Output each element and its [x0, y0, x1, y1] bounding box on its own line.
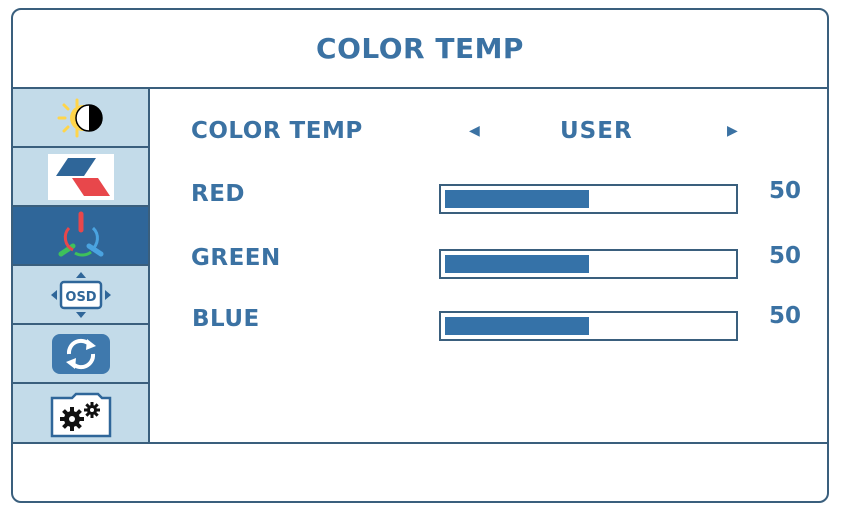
page-title: COLOR TEMP: [316, 32, 524, 65]
red-label: RED: [191, 181, 246, 207]
red-value: 50: [769, 178, 802, 204]
green-slider[interactable]: [439, 249, 738, 279]
color-temp-label: COLOR TEMP: [191, 118, 363, 144]
sidebar-item-picture[interactable]: [13, 148, 148, 207]
reset-icon: [51, 333, 110, 374]
red-slider-fill: [445, 190, 589, 208]
osd-icon-text: OSD: [65, 290, 96, 305]
green-slider-fill: [445, 255, 589, 273]
blue-value: 50: [769, 303, 802, 329]
settings-panel: COLOR TEMP ◀ USER ▶ RED 50 GREEN 50 BLUE…: [150, 89, 827, 442]
sidebar-item-brightness[interactable]: [13, 89, 148, 148]
sidebar-item-settings[interactable]: [13, 384, 148, 443]
color-icon: [58, 211, 103, 257]
blue-slider[interactable]: [439, 311, 738, 341]
brightness-contrast-icon: [57, 98, 103, 137]
green-value: 50: [769, 243, 802, 269]
sidebar: OSD: [13, 89, 150, 442]
sidebar-item-osd[interactable]: OSD: [13, 266, 148, 325]
osd-icon: OSD: [50, 271, 111, 318]
blue-slider-fill: [445, 317, 589, 335]
osd-menu: COLOR TEMP OSD COLOR TEMP ◀ USER ▶ RED 5…: [11, 8, 829, 503]
green-label: GREEN: [191, 245, 281, 271]
sidebar-item-reset[interactable]: [13, 325, 148, 384]
color-temp-right-arrow[interactable]: ▶: [727, 123, 738, 139]
color-temp-left-arrow[interactable]: ◀: [469, 123, 480, 139]
picture-icon: [47, 153, 114, 200]
sidebar-item-color[interactable]: [13, 207, 148, 266]
blue-label: BLUE: [192, 306, 260, 332]
settings-gears-icon: [50, 392, 111, 437]
footer-bar: [13, 442, 827, 501]
color-temp-value[interactable]: USER: [560, 118, 633, 144]
red-slider[interactable]: [439, 184, 738, 214]
title-bar: COLOR TEMP: [13, 10, 827, 89]
